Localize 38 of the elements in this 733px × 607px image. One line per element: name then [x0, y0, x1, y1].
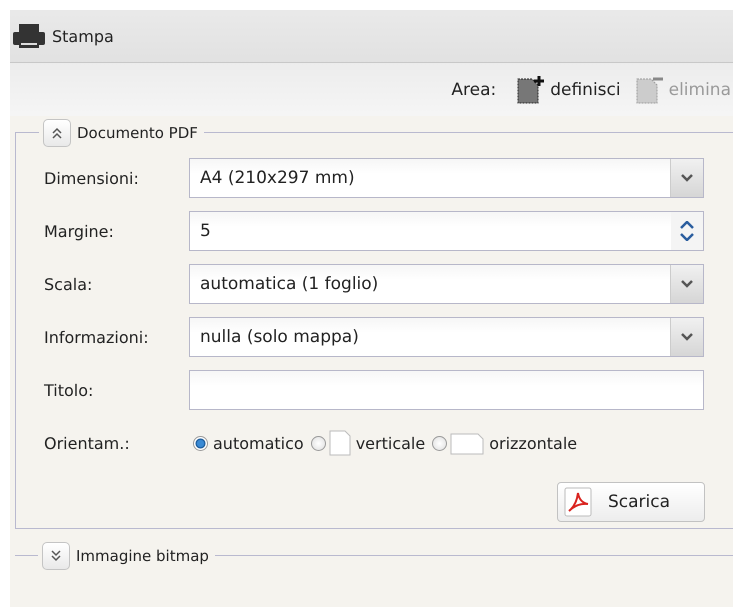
section-toggle[interactable]	[43, 119, 71, 147]
chevron-down-icon	[681, 280, 693, 288]
section-title: Immagine bitmap	[76, 547, 209, 565]
collapse-icon	[51, 127, 63, 139]
radio-button[interactable]	[193, 436, 208, 450]
field-label: Dimensioni:	[44, 168, 140, 188]
dropdown[interactable]: A4 (210x297 mm)	[189, 158, 704, 198]
download-button[interactable]: Scarica	[557, 482, 705, 522]
radio-button[interactable]	[432, 436, 448, 450]
section-toggle[interactable]	[42, 542, 70, 570]
chevron-down-icon	[681, 174, 693, 182]
radio-label: verticale	[356, 434, 426, 452]
printer-icon	[12, 23, 46, 49]
radio-label: automatico	[213, 434, 304, 452]
area-remove-icon	[634, 74, 665, 104]
field-label: Titolo:	[44, 380, 94, 400]
area-add-icon	[516, 74, 546, 104]
dropdown[interactable]: nulla (solo mappa)	[189, 317, 704, 357]
spin-up-icon[interactable]	[680, 221, 694, 229]
pdf-icon	[564, 487, 592, 517]
portrait-page-icon	[328, 430, 351, 456]
landscape-page-icon	[450, 431, 484, 455]
field-label: Orientam.:	[44, 434, 131, 452]
spin-down-icon[interactable]	[680, 233, 694, 241]
section-title: Documento PDF	[77, 124, 198, 142]
radio-label: orizzontale	[489, 434, 578, 452]
chevron-down-icon	[681, 333, 693, 341]
field-label: Margine:	[44, 222, 115, 240]
area-label: Area:	[451, 80, 496, 100]
field-label: Informazioni:	[44, 328, 150, 346]
area-define-button[interactable]: definisci	[516, 74, 621, 104]
field-label: Scala:	[44, 274, 94, 294]
input-field[interactable]	[189, 370, 704, 410]
dropdown[interactable]: automatica (1 foglio)	[189, 264, 704, 304]
panel-title: Stampa	[52, 26, 114, 46]
expand-icon	[50, 550, 62, 562]
number-field[interactable]: 5	[189, 211, 704, 251]
radio-button[interactable]	[310, 436, 326, 450]
